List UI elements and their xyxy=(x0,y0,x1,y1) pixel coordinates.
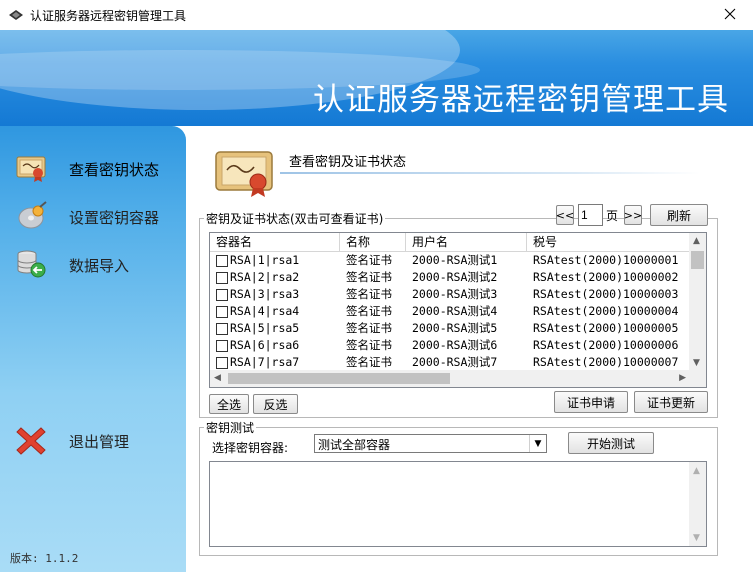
apply-cert-button[interactable]: 证书申请 xyxy=(554,391,628,413)
window-title: 认证服务器远程密钥管理工具 xyxy=(30,9,187,23)
page-number-input[interactable] xyxy=(578,204,603,226)
sidebar-item-data-import[interactable]: 数据导入 xyxy=(0,245,186,283)
cell-tax-id: RSAtest(2000)10000002 xyxy=(533,270,679,284)
banner-title: 认证服务器远程密钥管理工具 xyxy=(313,82,729,118)
sidebar-item-label: 设置密钥容器 xyxy=(69,209,160,227)
cell-username: 2000-RSA测试1 xyxy=(412,253,498,267)
cell-username: 2000-RSA测试2 xyxy=(412,270,498,284)
cell-username: 2000-RSA测试5 xyxy=(412,321,498,335)
row-checkbox[interactable] xyxy=(216,272,228,284)
row-checkbox[interactable] xyxy=(216,357,228,369)
table-row[interactable]: RSA|1|rsa1 签名证书 2000-RSA测试1 RSAtest(2000)10… xyxy=(210,252,690,269)
cell-container: RSA|3|rsa3 xyxy=(230,287,300,301)
invert-selection-button[interactable]: 反选 xyxy=(253,394,298,414)
sidebar-item-set-key-container[interactable]: 设置密钥容器 xyxy=(0,197,186,235)
test-output-area[interactable]: ▲ ▼ xyxy=(209,461,707,547)
start-test-button[interactable]: 开始测试 xyxy=(568,432,654,454)
cell-container: RSA|1|rsa1 xyxy=(230,253,300,267)
cell-name: 签名证书 xyxy=(346,338,392,352)
cell-container: RSA|4|rsa4 xyxy=(230,304,300,318)
column-header-name[interactable]: 名称 xyxy=(340,233,406,251)
chevron-down-icon: ▼ xyxy=(529,435,546,452)
cell-container: RSA|7|rsa7 xyxy=(230,355,300,369)
table-vertical-scrollbar[interactable]: ▲ ▼ xyxy=(689,233,706,370)
select-container-label: 选择密钥容器: xyxy=(212,441,289,455)
page-unit-label: 页 xyxy=(606,209,619,223)
table-row[interactable]: RSA|6|rsa6 签名证书 2000-RSA测试6 RSAtest(2000)10… xyxy=(210,337,690,354)
row-checkbox[interactable] xyxy=(216,306,228,318)
cell-container: RSA|2|rsa2 xyxy=(230,270,300,284)
cell-container: RSA|6|rsa6 xyxy=(230,338,300,352)
cell-tax-id: RSAtest(2000)10000007 xyxy=(533,355,679,369)
output-vertical-scrollbar[interactable]: ▲ ▼ xyxy=(689,462,706,546)
update-cert-button[interactable]: 证书更新 xyxy=(634,391,708,413)
certificate-icon xyxy=(214,148,276,201)
cell-name: 签名证书 xyxy=(346,253,392,267)
row-checkbox[interactable] xyxy=(216,255,228,267)
table-row[interactable]: RSA|3|rsa3 签名证书 2000-RSA测试3 RSAtest(2000)10… xyxy=(210,286,690,303)
cell-tax-id: RSAtest(2000)10000004 xyxy=(533,304,679,318)
header-banner: 认证服务器远程密钥管理工具 xyxy=(0,30,753,126)
header-divider xyxy=(280,172,700,174)
table-row[interactable]: RSA|5|rsa5 签名证书 2000-RSA测试5 RSAtest(2000)10… xyxy=(210,320,690,337)
row-checkbox[interactable] xyxy=(216,323,228,335)
disc-key-icon xyxy=(16,201,48,231)
sidebar-item-view-key-status[interactable]: 查看密钥状态 xyxy=(0,149,186,187)
column-header-container[interactable]: 容器名 xyxy=(210,233,340,251)
sidebar-item-label: 数据导入 xyxy=(69,257,130,275)
app-icon xyxy=(8,9,24,24)
sidebar-item-label: 查看密钥状态 xyxy=(69,161,160,179)
cell-username: 2000-RSA测试6 xyxy=(412,338,498,352)
cert-status-legend: 密钥及证书状态(双击可查看证书) xyxy=(206,212,384,226)
table-header: 容器名 名称 用户名 税号 xyxy=(210,233,690,252)
cell-container: RSA|5|rsa5 xyxy=(230,321,300,335)
cell-username: 2000-RSA测试4 xyxy=(412,304,498,318)
refresh-button[interactable]: 刷新 xyxy=(650,204,708,226)
column-header-tax-id[interactable]: 税号 xyxy=(527,233,697,251)
container-select[interactable]: 测试全部容器 ▼ xyxy=(314,434,547,453)
version-label: 版本: 1.1.2 xyxy=(10,552,79,565)
table-row[interactable]: RSA|2|rsa2 签名证书 2000-RSA测试2 RSAtest(2000)10… xyxy=(210,269,690,286)
table-horizontal-scrollbar[interactable]: ◀ ▶ xyxy=(210,370,690,387)
key-test-legend: 密钥测试 xyxy=(206,421,255,435)
cell-username: 2000-RSA测试3 xyxy=(412,287,498,301)
section-title: 查看密钥及证书状态 xyxy=(289,155,407,170)
prev-page-button[interactable]: << xyxy=(556,205,574,225)
cell-tax-id: RSAtest(2000)10000003 xyxy=(533,287,679,301)
database-import-icon xyxy=(16,249,48,279)
container-select-value: 测试全部容器 xyxy=(318,438,391,452)
cell-tax-id: RSAtest(2000)10000005 xyxy=(533,321,679,335)
next-page-button[interactable]: >> xyxy=(624,205,642,225)
sidebar: 查看密钥状态 设置密钥容器 数据导入 退出管理 版本: 1.1.2 xyxy=(0,126,186,572)
cell-name: 签名证书 xyxy=(346,321,392,335)
cert-table[interactable]: 容器名 名称 用户名 税号 RSA|1|rsa1 签名证书 2000-RSA测试1 R… xyxy=(209,232,707,388)
certificate-icon xyxy=(16,153,48,183)
row-checkbox[interactable] xyxy=(216,289,228,301)
cell-name: 签名证书 xyxy=(346,304,392,318)
table-row[interactable]: RSA|4|rsa4 签名证书 2000-RSA测试4 RSAtest(2000)10… xyxy=(210,303,690,320)
table-row[interactable]: RSA|7|rsa7 签名证书 2000-RSA测试7 RSAtest(2000)10… xyxy=(210,354,690,371)
close-icon xyxy=(724,8,736,23)
cell-tax-id: RSAtest(2000)10000006 xyxy=(533,338,679,352)
sidebar-item-exit[interactable]: 退出管理 xyxy=(0,421,186,459)
close-button[interactable] xyxy=(707,0,753,30)
cell-name: 签名证书 xyxy=(346,287,392,301)
red-x-icon xyxy=(16,425,48,455)
title-bar: 认证服务器远程密钥管理工具 xyxy=(0,0,753,31)
column-header-username[interactable]: 用户名 xyxy=(406,233,527,251)
cell-name: 签名证书 xyxy=(346,270,392,284)
cell-tax-id: RSAtest(2000)10000001 xyxy=(533,253,679,267)
cell-username: 2000-RSA测试7 xyxy=(412,355,498,369)
cell-name: 签名证书 xyxy=(346,355,392,369)
select-all-button[interactable]: 全选 xyxy=(209,394,249,414)
row-checkbox[interactable] xyxy=(216,340,228,352)
sidebar-item-label: 退出管理 xyxy=(69,433,130,451)
